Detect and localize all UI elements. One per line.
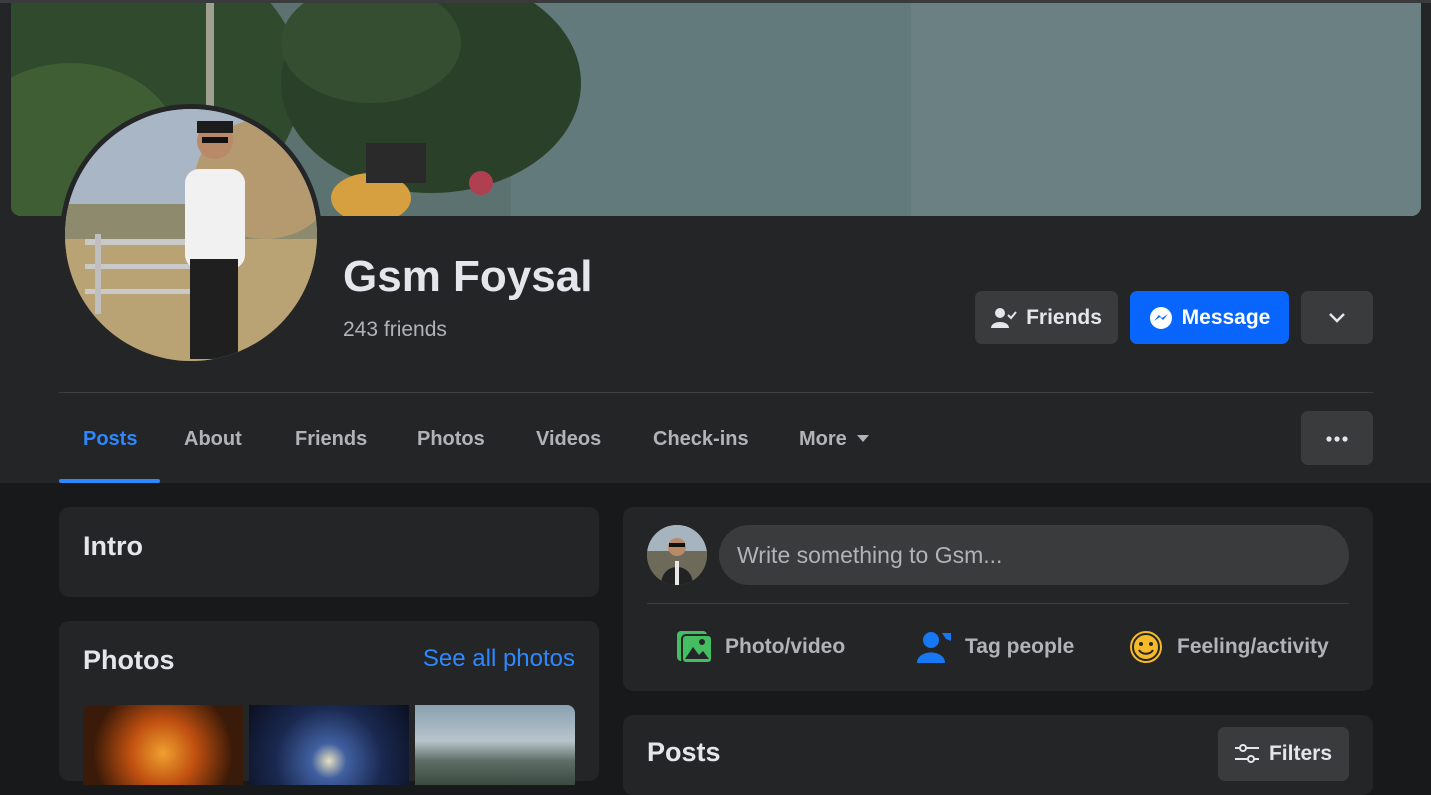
feeling-activity-label: Feeling/activity [1177,635,1329,658]
photo-video-button[interactable]: Photo/video [675,625,845,669]
posts-card: Posts Filters [623,715,1373,795]
photo-thumbnail[interactable] [415,705,575,785]
active-tab-indicator [59,479,160,483]
photo-thumbnail[interactable] [249,705,409,785]
message-button-label: Message [1181,305,1271,329]
filters-icon [1234,744,1259,764]
see-all-photos-link[interactable]: See all photos [423,645,575,673]
filters-label: Filters [1268,742,1333,765]
friend-count[interactable]: 243 friends [343,318,447,342]
composer-input[interactable]: Write something to Gsm... [719,525,1349,585]
photos-card: Photos See all photos [59,621,599,785]
header-divider [59,392,1373,393]
tab-more-label: More [799,427,847,450]
ellipsis-icon [1326,429,1348,447]
composer-divider [647,603,1349,604]
messenger-icon [1149,306,1173,330]
profile-name: Gsm Foysal [343,252,593,301]
tab-friends[interactable]: Friends [295,410,367,468]
tag-people-icon [915,629,953,665]
tab-more[interactable]: More [799,410,869,468]
composer-avatar[interactable] [647,525,707,585]
caret-down-icon [856,435,869,443]
message-button[interactable]: Message [1130,291,1289,344]
friend-check-icon [991,306,1017,330]
photo-video-label: Photo/video [725,635,846,658]
tab-check-ins[interactable]: Check-ins [653,410,749,468]
posts-title: Posts [647,737,721,767]
more-options-button[interactable] [1301,411,1373,465]
tag-people-button[interactable]: Tag people [915,625,1074,669]
avatar-photo [65,109,317,361]
post-composer: Write something to Gsm... Photo/video Ta… [623,507,1373,691]
tab-photos[interactable]: Photos [417,410,485,468]
photos-title: Photos [83,645,175,675]
photo-thumbnail[interactable] [83,705,243,785]
filters-button[interactable]: Filters [1218,727,1349,781]
photo-video-icon [675,629,713,665]
intro-title: Intro [83,531,143,561]
composer-placeholder: Write something to Gsm... [737,541,1003,568]
tab-videos[interactable]: Videos [536,410,601,468]
tab-about[interactable]: About [184,410,242,468]
profile-options-button[interactable] [1301,291,1373,344]
chevron-down-icon [1328,306,1346,330]
feeling-icon [1127,628,1165,666]
friends-button-label: Friends [1026,305,1102,329]
intro-card: Intro [59,507,599,597]
tag-people-label: Tag people [965,635,1075,658]
feeling-activity-button[interactable]: Feeling/activity [1127,625,1329,669]
friends-button[interactable]: Friends [975,291,1118,344]
profile-avatar[interactable] [65,109,317,361]
tab-posts[interactable]: Posts [83,410,137,468]
